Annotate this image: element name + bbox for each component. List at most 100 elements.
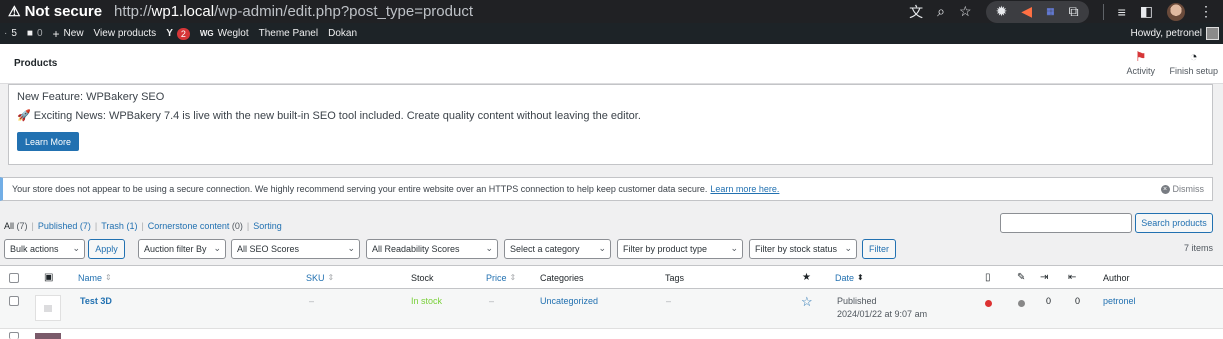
product-type-select[interactable]: Filter by product type ⌄ [617,239,743,259]
filter-button[interactable]: Filter [862,239,896,259]
secure-connection-notice: Your store does not appear to be using a… [0,177,1213,201]
product-tags: – [666,296,672,306]
media-queue-icon[interactable]: ≡ [1118,4,1126,20]
column-sku[interactable]: SKU ⇕ [306,266,334,289]
seo-score-icon[interactable]: ▯ [985,266,991,289]
column-date[interactable]: Date ⬍ [835,266,864,289]
weglot-item[interactable]: WG Weglot [200,28,249,39]
extension-rouis-icon[interactable]: ▦ [1046,6,1055,17]
side-panel-icon[interactable]: ◧ [1140,3,1153,20]
readability-scores-select[interactable]: All Readability Scores ⌄ [366,239,498,259]
updates-item[interactable]: · 5 [4,28,17,39]
extensions-puzzle-icon[interactable]: ⧉ [1069,3,1079,20]
column-tags: Tags [665,272,685,283]
profile-avatar[interactable] [1167,2,1185,21]
image-placeholder-icon [44,304,52,312]
chevron-down-icon: ⌄ [72,243,80,253]
category-select[interactable]: Select a category ⌄ [504,239,611,259]
security-label: Not secure [24,3,103,20]
view-sorting[interactable]: Sorting [253,221,282,231]
menu-kebab-icon[interactable]: ⋮ [1199,3,1213,20]
finish-setup-button[interactable]: ◔ Finish setup [1169,50,1218,76]
address-bar[interactable]: http://wp1.local/wp-admin/edit.php?post_… [114,3,909,20]
status-views: All (7) | Published (7) | Trash (1) | Co… [4,221,282,231]
notification-badge: 2 [176,27,190,40]
select-all-checkbox[interactable] [9,266,19,289]
updates-count: 5 [11,28,17,39]
progress-circle-icon: ◔ [1189,49,1198,64]
new-content-item[interactable]: + New [53,27,84,41]
warning-icon: ⚠ [8,3,21,19]
extension-gear-icon[interactable]: ✹ [996,3,1008,20]
dismiss-button[interactable]: × Dismiss [1160,184,1204,194]
theme-panel-label: Theme Panel [258,28,319,39]
products-table: ▣ Name ⇕ SKU ⇕ Stock Price ⇕ Categories Tag… [0,265,1223,339]
column-price[interactable]: Price ⇕ [486,266,516,289]
view-all[interactable]: All (7) [4,221,28,231]
apply-button[interactable]: Apply [88,239,125,259]
toolbar-divider [1102,3,1104,20]
sort-desc-icon: ⬍ [857,273,864,282]
table-header: ▣ Name ⇕ SKU ⇕ Stock Price ⇕ Categories Tag… [0,266,1223,289]
weglot-label: Weglot [217,28,249,39]
view-products-item[interactable]: View products [94,28,157,39]
sort-icon: ⇕ [509,273,517,282]
view-products-label: View products [93,28,157,39]
bookmark-star-icon[interactable]: ☆ [959,3,972,20]
dokan-label: Dokan [328,28,357,39]
url-scheme: http:// [114,3,152,20]
url-path: /wp-admin/edit.php?post_type=product [214,3,473,20]
stock-status-select[interactable]: Filter by stock status ⌄ [749,239,857,259]
learn-more-link[interactable]: Learn more here. [710,184,779,194]
search-products-button[interactable]: Search products [1135,213,1213,233]
bulk-actions-select[interactable]: Bulk actions ⌄ [4,239,85,259]
weglot-icon: WG [199,29,214,38]
sort-icon: ⇕ [105,273,112,282]
new-label: New [63,28,84,39]
featured-star-icon[interactable]: ★ [802,266,811,289]
post-date: 2024/01/22 at 9:07 am [837,309,928,319]
product-sku: – [309,296,315,306]
dokan-item[interactable]: Dokan [328,28,357,39]
account-menu[interactable]: Howdy, petronel [1130,23,1219,44]
seo-score-dot [985,300,992,307]
view-separator: | [246,221,250,231]
theme-panel-item[interactable]: Theme Panel [259,28,318,39]
chevron-down-icon: ⌄ [598,243,606,253]
seo-scores-select[interactable]: All SEO Scores ⌄ [231,239,360,259]
comments-item[interactable]: ■ 0 [27,28,43,39]
outgoing-links-icon[interactable]: ⇥ [1040,266,1048,289]
extension-megaphone-icon[interactable]: ◀ [1021,3,1032,20]
readability-dot [1018,300,1025,307]
product-search-input[interactable] [1000,213,1132,233]
product-thumbnail[interactable] [35,295,61,321]
table-row-partial [0,329,1223,339]
readability-icon[interactable]: ✎ [1017,266,1025,289]
view-trash[interactable]: Trash (1) [101,221,137,231]
activity-button[interactable]: ⚑ Activity [1126,50,1155,76]
browser-toolbar: ⚠ Not secure http://wp1.local/wp-admin/e… [0,0,1223,23]
zoom-icon[interactable]: ⌕ [937,3,945,20]
column-categories: Categories [540,272,584,283]
author-link[interactable]: petronel [1103,296,1136,306]
row-checkbox[interactable] [9,296,19,306]
incoming-links-icon[interactable]: ⇤ [1068,266,1076,289]
security-indicator[interactable]: ⚠ Not secure [0,3,114,20]
featured-toggle-icon[interactable]: ☆ [801,294,813,310]
items-count: 7 items [1183,243,1213,253]
view-published[interactable]: Published (7) [38,221,91,231]
category-link[interactable]: Uncategorized [540,296,598,306]
user-avatar [1206,27,1219,40]
yoast-item[interactable]: Y 2 [166,27,190,40]
learn-more-button[interactable]: Learn More [17,132,80,151]
sort-icon: ⇕ [327,273,335,282]
finish-setup-label: Finish setup [1169,66,1218,76]
auction-filter-select[interactable]: Auction filter By ⌄ [138,239,226,259]
translate-icon[interactable]: 文 [909,2,923,22]
view-cornerstone[interactable]: Cornerstone content (0) [148,221,243,231]
row-checkbox[interactable] [9,332,19,339]
column-name[interactable]: Name ⇕ [78,266,112,289]
notice-message: 🚀 Exciting News: WPBakery 7.4 is live wi… [17,110,641,122]
product-name-link[interactable]: Test 3D [80,296,112,306]
product-thumbnail[interactable] [35,333,61,339]
